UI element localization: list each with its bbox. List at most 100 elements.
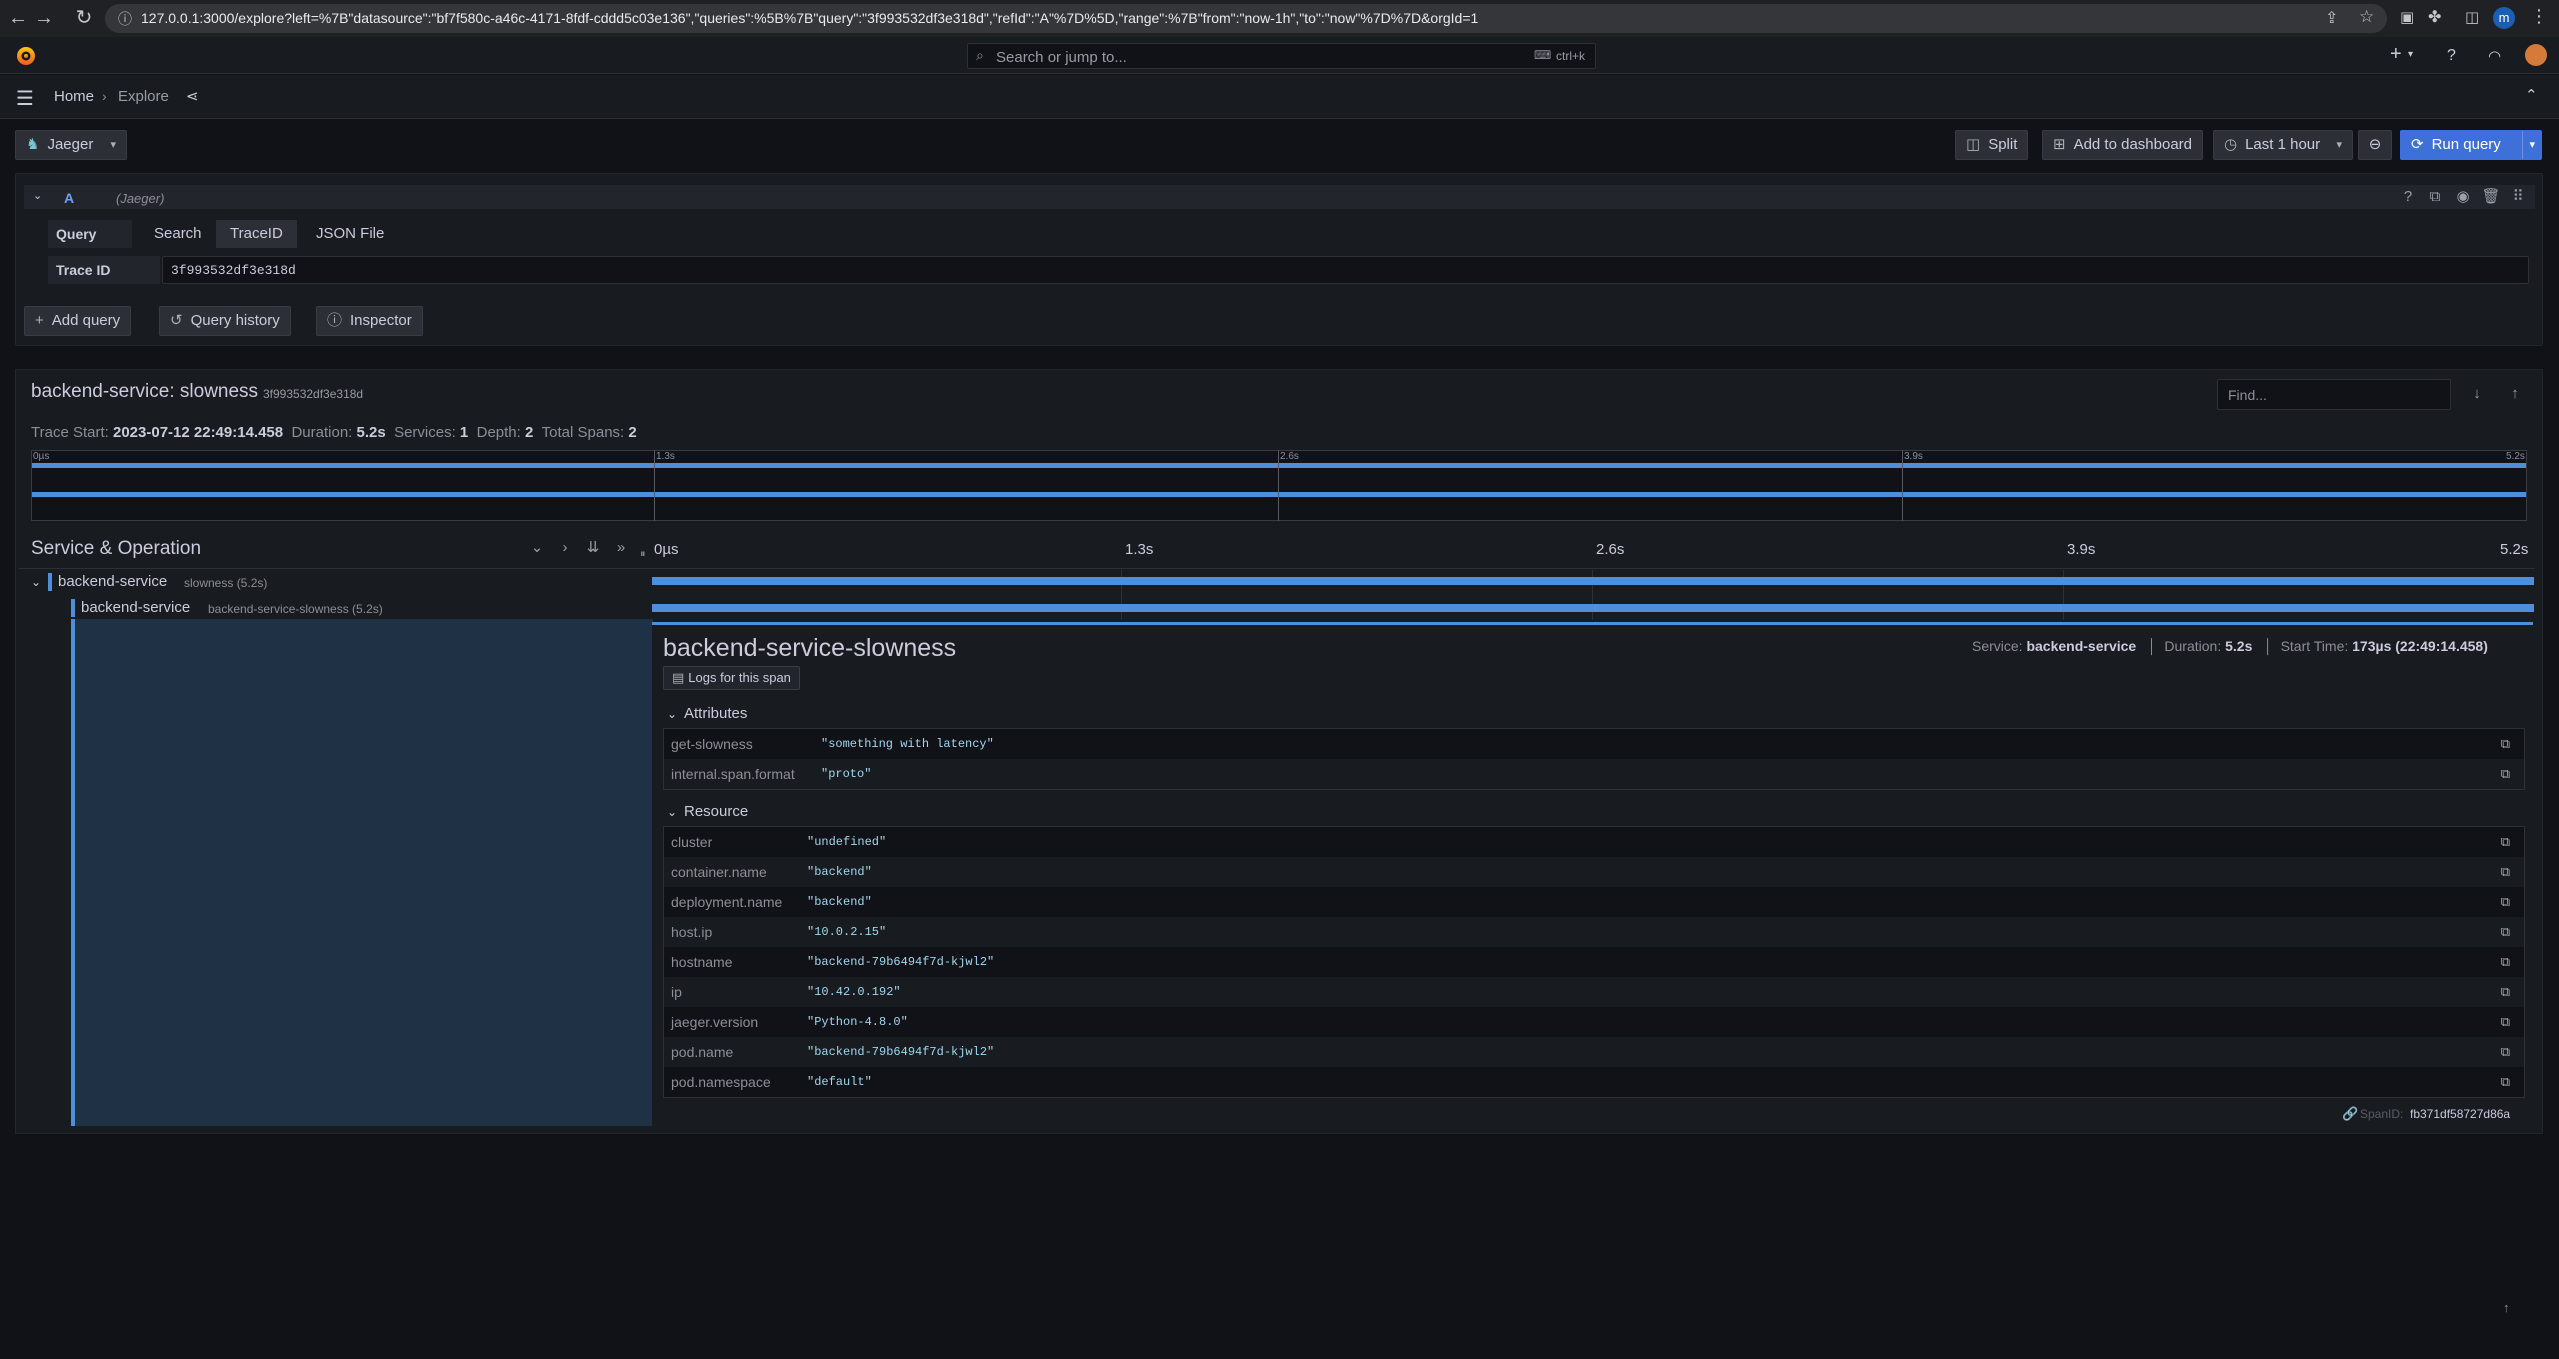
chevron-down-icon: ▾ bbox=[110, 139, 116, 151]
browser-menu-icon[interactable]: ⋮ bbox=[2530, 6, 2548, 27]
zoom-out-button[interactable]: ⊖ bbox=[2358, 130, 2392, 160]
breadcrumb-home[interactable]: Home bbox=[54, 88, 94, 105]
copy-icon[interactable]: ⧉ bbox=[2501, 1037, 2510, 1067]
help-icon[interactable]: ? bbox=[2398, 187, 2418, 207]
zoom-out-icon: ⊖ bbox=[2368, 136, 2382, 153]
breadcrumb-separator-icon: › bbox=[102, 88, 107, 104]
column-resize-handle-icon[interactable]: ⏸ bbox=[640, 548, 646, 561]
span-duration-bar[interactable] bbox=[652, 577, 2534, 585]
history-icon: ↺ bbox=[170, 312, 183, 329]
minimap-tick-label: 2.6s bbox=[1280, 451, 1299, 462]
delete-query-trash-icon[interactable]: 🗑 bbox=[2481, 187, 2501, 207]
collapse-chevron-up-icon[interactable]: ⌃ bbox=[2525, 86, 2538, 104]
trace-id-input[interactable] bbox=[162, 256, 2529, 284]
search-icon: ⌕ bbox=[976, 47, 984, 63]
service-color-marker bbox=[48, 573, 52, 591]
sidepanel-icon[interactable]: ◫ bbox=[2465, 8, 2479, 26]
resource-row: cluster "undefined" ⧉ bbox=[664, 827, 2524, 857]
span-service-name[interactable]: backend-service bbox=[81, 599, 190, 616]
minimap-span-bar bbox=[32, 492, 2526, 497]
sync-icon: ⟳ bbox=[2411, 136, 2424, 153]
copy-icon[interactable]: ⧉ bbox=[2501, 947, 2510, 977]
link-icon[interactable]: 🔗 bbox=[2342, 1106, 2358, 1122]
add-to-dashboard-button[interactable]: ⊞ Add to dashboard bbox=[2042, 130, 2204, 160]
chevron-down-icon: ▾ bbox=[2336, 139, 2342, 151]
chevron-down-icon[interactable]: ▾ bbox=[2522, 131, 2535, 159]
resource-row: jaeger.version "Python-4.8.0" ⧉ bbox=[664, 1007, 2524, 1037]
resource-section-header[interactable]: Resource bbox=[684, 803, 748, 820]
share-icon[interactable]: ⋖ bbox=[186, 87, 199, 105]
scroll-to-top-arrow-icon[interactable]: ↑ bbox=[2503, 1300, 2510, 1315]
copy-icon[interactable]: ⧉ bbox=[2501, 1007, 2510, 1037]
document-info-icon: ▤ bbox=[672, 670, 685, 685]
logs-for-span-button[interactable]: ▤ Logs for this span bbox=[663, 666, 800, 690]
menu-hamburger-icon[interactable]: ☰ bbox=[16, 86, 34, 111]
new-plus-icon[interactable]: + bbox=[2390, 43, 2402, 66]
prev-result-arrow-up-icon[interactable]: ↑ bbox=[2505, 384, 2525, 404]
copy-icon[interactable]: ⧉ bbox=[2501, 827, 2510, 857]
site-info-icon[interactable]: ⓘ bbox=[118, 9, 132, 29]
copy-icon[interactable]: ⧉ bbox=[2501, 857, 2510, 887]
resource-collapse-chevron-icon[interactable]: ⌄ bbox=[667, 805, 677, 819]
span-id-value: fb371df58727d86a bbox=[2410, 1107, 2511, 1121]
back-icon[interactable]: ← bbox=[6, 6, 30, 30]
add-query-button[interactable]: + Add query bbox=[24, 306, 132, 336]
copy-icon[interactable]: ⧉ bbox=[2501, 1067, 2510, 1097]
expand-all-chevron-icon[interactable]: » bbox=[611, 538, 631, 558]
span-service-name[interactable]: backend-service bbox=[58, 573, 167, 590]
copy-icon[interactable]: ⧉ bbox=[2501, 917, 2510, 947]
trace-id-short: 3f993532df3e318d bbox=[263, 387, 364, 401]
drag-handle-icon[interactable]: ⠿ bbox=[2508, 187, 2528, 207]
expand-one-chevron-icon[interactable]: › bbox=[555, 538, 575, 558]
chevron-down-icon[interactable]: ▾ bbox=[2408, 49, 2413, 60]
copy-icon[interactable]: ⧉ bbox=[2501, 887, 2510, 917]
span-duration-bar[interactable] bbox=[652, 604, 2534, 612]
run-query-button[interactable]: ⟳ Run query ▾ bbox=[2400, 130, 2542, 160]
collapse-query-chevron-icon[interactable]: ⌄ bbox=[33, 189, 42, 202]
reload-icon[interactable]: ↻ bbox=[72, 6, 96, 30]
breadcrumb-bar bbox=[0, 75, 2559, 119]
collapse-all-chevron-icon[interactable]: ⇊ bbox=[583, 538, 603, 558]
span-tree-line bbox=[71, 619, 75, 1126]
query-ref-id[interactable]: A bbox=[64, 190, 74, 206]
copy-icon[interactable]: ⧉ bbox=[2501, 759, 2510, 789]
copy-icon[interactable]: ⧉ bbox=[2501, 977, 2510, 1007]
duplicate-query-icon[interactable]: ⧉ bbox=[2425, 187, 2445, 207]
hide-query-eye-icon[interactable]: ◉ bbox=[2453, 187, 2473, 207]
span-collapse-chevron-icon[interactable]: ⌄ bbox=[31, 575, 41, 589]
inspector-button[interactable]: ⓘ Inspector bbox=[316, 306, 423, 336]
timeline-tick-label: 2.6s bbox=[1596, 541, 1625, 558]
resource-row: container.name "backend" ⧉ bbox=[664, 857, 2524, 887]
split-button[interactable]: ◫ Split bbox=[1955, 130, 2029, 160]
next-result-arrow-down-icon[interactable]: ↓ bbox=[2467, 384, 2487, 404]
user-avatar[interactable] bbox=[2525, 44, 2547, 66]
share-page-icon[interactable]: ⇪ bbox=[2325, 8, 2338, 28]
resource-row: host.ip "10.0.2.15" ⧉ bbox=[664, 917, 2524, 947]
forward-icon[interactable]: → bbox=[32, 6, 56, 30]
query-type-search[interactable]: Search bbox=[140, 220, 216, 248]
search-placeholder: Search or jump to... bbox=[996, 49, 1127, 66]
query-history-button[interactable]: ↺ Query history bbox=[159, 306, 291, 336]
extension-icon[interactable]: ▣ bbox=[2400, 8, 2414, 26]
span-id-label: SpanID: bbox=[2360, 1107, 2404, 1121]
query-type-json-file[interactable]: JSON File bbox=[302, 220, 398, 248]
time-range-picker[interactable]: ◷ Last 1 hour ▾ bbox=[2213, 130, 2353, 160]
datasource-picker[interactable]: ♞ Jaeger ▾ bbox=[15, 130, 127, 160]
attributes-collapse-chevron-icon[interactable]: ⌄ bbox=[667, 707, 677, 721]
copy-icon[interactable]: ⧉ bbox=[2501, 729, 2510, 759]
help-icon[interactable]: ? bbox=[2447, 47, 2456, 65]
collapse-one-chevron-icon[interactable]: ⌄ bbox=[527, 538, 547, 558]
attributes-section-header[interactable]: Attributes bbox=[684, 705, 747, 722]
bookmark-star-icon[interactable]: ☆ bbox=[2359, 7, 2374, 27]
profile-avatar[interactable]: m bbox=[2493, 7, 2515, 29]
puzzle-icon[interactable]: ✤ bbox=[2428, 7, 2441, 27]
timeline-tick-label: 1.3s bbox=[1125, 541, 1154, 558]
news-rss-icon[interactable]: ◠ bbox=[2488, 47, 2501, 65]
trace-minimap[interactable] bbox=[31, 450, 2527, 521]
query-type-traceid[interactable]: TraceID bbox=[216, 220, 297, 248]
timeline-tick-label: 3.9s bbox=[2067, 541, 2096, 558]
minimap-tick-label: 1.3s bbox=[656, 451, 675, 462]
span-detail-title: backend-service-slowness bbox=[663, 634, 957, 662]
service-operation-header: Service & Operation bbox=[31, 538, 202, 559]
grafana-logo-icon[interactable] bbox=[15, 45, 37, 67]
